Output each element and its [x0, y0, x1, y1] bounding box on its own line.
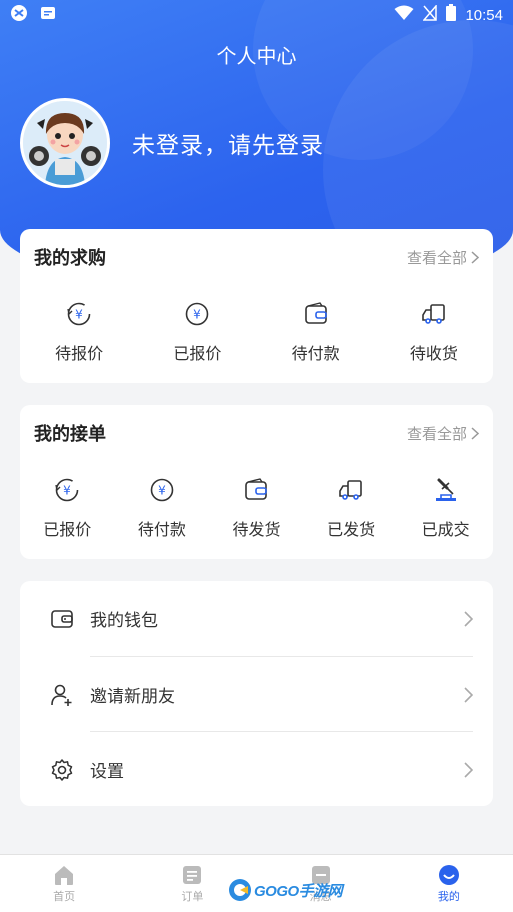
- svg-text:¥: ¥: [158, 484, 166, 498]
- order-completed[interactable]: 已成交: [398, 477, 493, 540]
- menu-item-invite[interactable]: 邀请新朋友: [20, 657, 493, 732]
- item-label: 已报价: [43, 522, 92, 539]
- purchase-quoted[interactable]: ¥ 已报价: [138, 301, 256, 364]
- yen-circle-icon: ¥: [150, 478, 174, 502]
- yen-circle-icon: ¥: [186, 302, 209, 326]
- watermark: GOGO手游网: [228, 878, 343, 902]
- watermark-text: GOGO手游网: [254, 882, 343, 900]
- purchase-pending-receipt[interactable]: 待收货: [375, 301, 493, 364]
- tab-label: 我的: [437, 890, 460, 903]
- truck-icon: [339, 480, 362, 500]
- tab-profile[interactable]: 我的: [385, 855, 513, 912]
- profile-icon: [438, 864, 459, 885]
- item-label: 待付款: [137, 522, 186, 539]
- purchase-title: 我的求购: [34, 248, 106, 268]
- truck-icon: [422, 304, 445, 324]
- wallet-icon: [51, 609, 73, 628]
- status-bar: 10:54: [0, 0, 513, 30]
- item-label: 待发货: [232, 522, 281, 539]
- menu-label: 邀请新朋友: [90, 687, 175, 706]
- order-see-all-link[interactable]: 查看全部: [407, 423, 479, 444]
- purchase-pending-quote[interactable]: ¥ 待报价: [20, 301, 138, 364]
- svg-text:¥: ¥: [75, 308, 83, 322]
- item-label: 已报价: [173, 346, 222, 363]
- tab-home[interactable]: 首页: [0, 855, 128, 912]
- item-label: 待付款: [291, 346, 340, 363]
- chevron-right-icon: [464, 610, 473, 627]
- tab-label: 首页: [53, 890, 76, 903]
- wifi-icon: [394, 5, 414, 26]
- purchase-card: 我的求购 查看全部 ¥ 待报价 ¥ 已报价 待付款 待收货: [20, 229, 493, 383]
- page-title: 个人中心: [216, 46, 297, 68]
- no-signal-icon: [422, 3, 438, 26]
- yen-refresh-icon: ¥: [67, 302, 91, 326]
- add-user-icon: [51, 684, 72, 706]
- profile-area[interactable]: 未登录，请先登录: [20, 98, 324, 188]
- status-time: 10:54: [465, 6, 503, 24]
- watermark-logo-icon: [229, 879, 251, 901]
- order-shipped[interactable]: 已发货: [304, 477, 399, 540]
- item-label: 已成交: [421, 522, 470, 539]
- gear-icon: [51, 758, 73, 781]
- order-quoted[interactable]: ¥ 已报价: [20, 477, 115, 540]
- gavel-icon: [435, 478, 456, 501]
- order-icon: [183, 865, 202, 884]
- item-label: 待收货: [409, 346, 458, 363]
- see-all-label: 查看全部: [406, 249, 467, 267]
- login-prompt[interactable]: 未登录，请先登录: [132, 126, 324, 160]
- item-label: 待报价: [55, 346, 104, 363]
- item-label: 已发货: [327, 522, 376, 539]
- menu-item-settings[interactable]: 设置: [20, 732, 493, 807]
- see-all-label: 查看全部: [406, 425, 467, 443]
- purchase-see-all-link[interactable]: 查看全部: [407, 247, 479, 268]
- chevron-right-icon: [464, 761, 473, 778]
- order-pending-shipment[interactable]: 待发货: [209, 477, 304, 540]
- wallet-icon: [304, 302, 327, 324]
- svg-text:¥: ¥: [63, 484, 71, 498]
- purchase-pending-payment[interactable]: 待付款: [257, 301, 375, 364]
- app-notification-icon: [10, 4, 28, 27]
- menu-card: 我的钱包 邀请新朋友 设置: [20, 581, 493, 806]
- chevron-right-icon: [471, 250, 479, 264]
- order-card: 我的接单 查看全部 ¥ 已报价 ¥ 待付款 待发货 已发货 已成交: [20, 405, 493, 559]
- wallet-icon: [245, 478, 268, 500]
- menu-label: 设置: [90, 762, 124, 781]
- chevron-right-icon: [471, 426, 479, 440]
- menu-item-wallet[interactable]: 我的钱包: [20, 581, 493, 656]
- chevron-right-icon: [464, 686, 473, 703]
- tab-label: 订单: [181, 890, 204, 903]
- order-pending-payment[interactable]: ¥ 待付款: [115, 477, 210, 540]
- message-notification-icon: [40, 6, 56, 25]
- home-icon: [55, 865, 74, 885]
- avatar[interactable]: [20, 98, 110, 188]
- menu-label: 我的钱包: [90, 611, 158, 630]
- battery-icon: [446, 4, 457, 26]
- svg-text:¥: ¥: [194, 308, 202, 322]
- order-card-header: 我的接单 查看全部: [20, 405, 493, 461]
- order-title: 我的接单: [34, 424, 106, 444]
- purchase-card-header: 我的求购 查看全部: [20, 229, 493, 285]
- yen-refresh-icon: ¥: [55, 478, 79, 502]
